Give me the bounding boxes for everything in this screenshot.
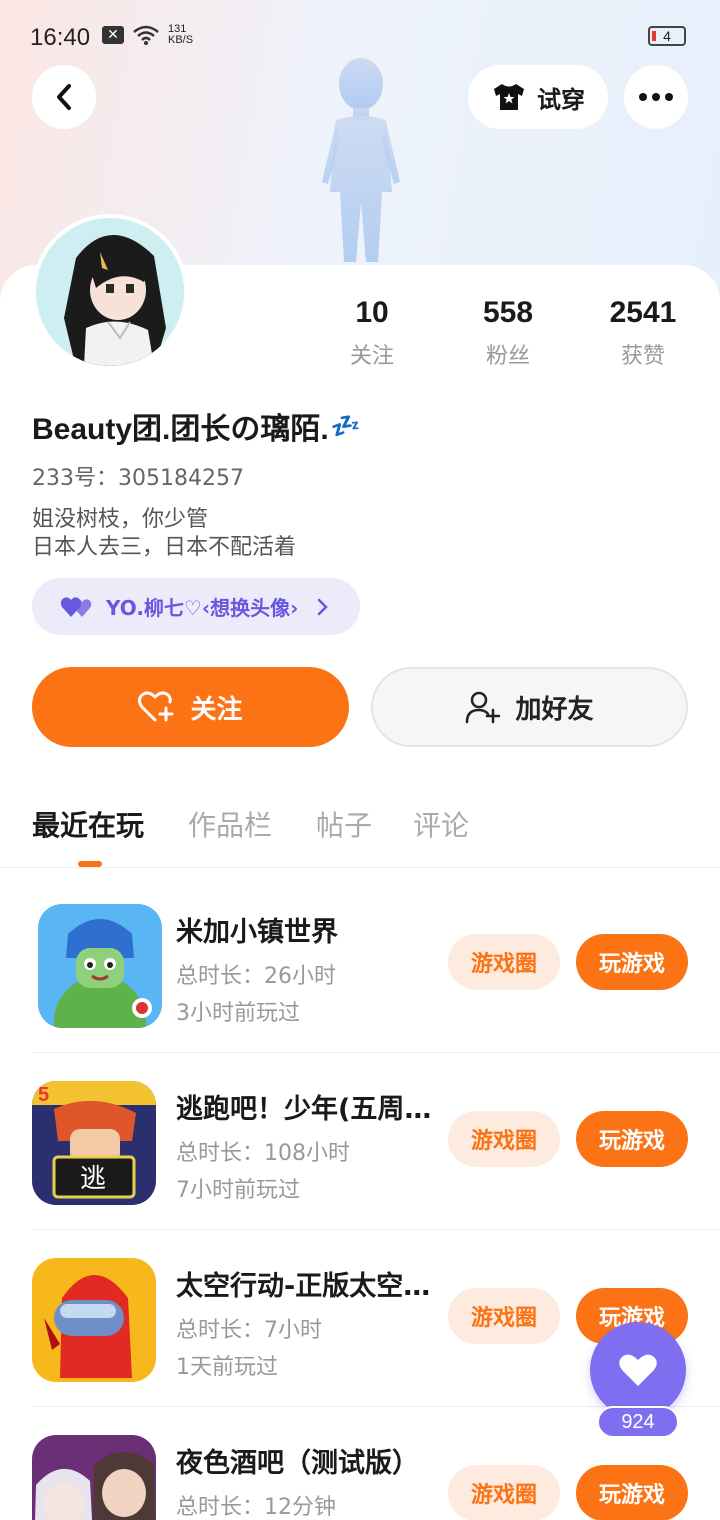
profile-name-text: Beauty团.团长の璃陌.	[32, 413, 329, 446]
heart-icon	[619, 1354, 657, 1386]
bio-line: 日本人去三，日本不配活着	[32, 535, 297, 560]
game-total-duration: 总时长：26小时	[176, 964, 336, 989]
double-heart-icon	[60, 596, 92, 617]
profile-name: Beauty团.团长の璃陌. 💤	[32, 404, 361, 448]
try-on-button[interactable]: 试穿	[468, 65, 608, 129]
game-circle-button[interactable]: 游戏圈	[448, 1288, 560, 1344]
game-list-item[interactable]: 米加小镇世界 总时长：26小时 3小时前玩过 游戏圈 玩游戏	[0, 876, 720, 1053]
chevron-left-icon	[57, 84, 71, 110]
status-icons: ✕ 131 KB/S	[102, 24, 193, 46]
game-title: 逃跑吧！少年(五周年庆)	[176, 1094, 438, 1125]
tab-recently-played[interactable]: 最近在玩	[32, 804, 144, 844]
play-game-button[interactable]: 玩游戏	[576, 934, 688, 990]
svg-text:5: 5	[38, 1084, 49, 1106]
battery-level-fill	[652, 31, 656, 41]
game-circle-button[interactable]: 游戏圈	[448, 934, 560, 990]
tab-posts[interactable]: 帖子	[316, 804, 372, 844]
following-label: 关注	[349, 344, 394, 369]
game-circle-button[interactable]: 游戏圈	[448, 1465, 560, 1520]
game-last-played: 3小时前玩过	[176, 1001, 300, 1026]
avatar-hologram-figure	[322, 58, 400, 262]
game-title: 米加小镇世界	[176, 917, 338, 948]
user-id[interactable]: 233号：305184257	[32, 460, 244, 492]
profile-tabs: 最近在玩 作品栏 帖子 评论	[0, 800, 720, 868]
chevron-right-icon	[318, 598, 329, 615]
tab-comments[interactable]: 评论	[413, 804, 469, 844]
game-icon	[32, 1258, 156, 1382]
battery-level: 4	[663, 28, 671, 44]
game-list-item[interactable]: 5 逃 逃跑吧！少年(五周年庆) 总时长：108小时 7小时前玩过 游戏圈 玩游…	[0, 1053, 720, 1230]
back-button[interactable]	[32, 65, 96, 129]
likes-label: 获赞	[620, 344, 665, 369]
game-icon	[32, 1435, 156, 1520]
active-tab-indicator	[78, 861, 102, 867]
game-total-duration: 总时长：108小时	[176, 1141, 350, 1166]
profile-stats: 10 关注 558 粉丝 2541 获赞	[300, 296, 700, 376]
likes-stat[interactable]: 2541 获赞	[583, 296, 703, 370]
tab-works[interactable]: 作品栏	[188, 804, 272, 844]
likes-count: 2541	[609, 296, 677, 329]
notification-x-icon: ✕	[102, 26, 124, 44]
game-circle-button[interactable]: 游戏圈	[448, 1111, 560, 1167]
like-count-badge: 924	[597, 1406, 679, 1438]
follow-label: 关注	[190, 694, 243, 725]
add-friend-label: 加好友	[515, 694, 594, 725]
network-speed-unit: KB/S	[168, 34, 194, 46]
more-options-button[interactable]	[624, 65, 688, 129]
svg-text:逃: 逃	[80, 1164, 106, 1194]
tshirt-icon	[494, 84, 524, 110]
more-dots-icon	[639, 93, 673, 101]
user-avatar[interactable]	[32, 214, 188, 370]
add-user-icon	[466, 691, 501, 724]
heart-plus-icon	[138, 691, 174, 722]
status-bar: 16:40 ✕ 131 KB/S 4	[0, 0, 720, 72]
followers-stat[interactable]: 558 粉丝	[448, 296, 568, 370]
following-stat[interactable]: 10 关注	[312, 296, 432, 370]
like-profile-button[interactable]	[590, 1322, 686, 1418]
game-total-duration: 总时长：7小时	[176, 1318, 322, 1343]
status-time: 16:40	[30, 24, 91, 51]
bio-line: 姐没树枝，你少管	[32, 507, 209, 532]
cp-tag-label: YO.柳七♡‹想换头像›	[106, 596, 299, 620]
avatar-character-image	[36, 218, 184, 366]
play-game-button[interactable]: 玩游戏	[576, 1465, 688, 1520]
wifi-icon	[133, 25, 159, 45]
profile-bio: 姐没树枝，你少管 日本人去三，日本不配活着	[32, 506, 296, 562]
battery-icon: 4	[648, 26, 686, 46]
try-on-label: 试穿	[537, 85, 585, 114]
game-last-played: 7小时前玩过	[176, 1178, 300, 1203]
add-friend-button[interactable]: 加好友	[371, 667, 688, 747]
follow-button[interactable]: 关注	[32, 667, 349, 747]
game-title: 夜色酒吧（测试版）	[176, 1448, 419, 1479]
game-icon: 5 逃	[32, 1081, 156, 1205]
play-game-button[interactable]: 玩游戏	[576, 1111, 688, 1167]
cp-relationship-tag[interactable]: YO.柳七♡‹想换头像›	[32, 578, 360, 635]
game-last-played: 1天前玩过	[176, 1355, 278, 1380]
followers-count: 558	[482, 296, 534, 329]
game-icon	[38, 904, 162, 1028]
network-speed: 131 KB/S	[168, 24, 193, 46]
following-count: 10	[355, 296, 389, 329]
followers-label: 粉丝	[485, 344, 530, 369]
game-total-duration: 总时长：12分钟	[176, 1495, 336, 1520]
game-title: 太空行动-正版太空狼人杀	[176, 1271, 438, 1302]
sleep-zzz-icon: 💤	[330, 412, 361, 440]
